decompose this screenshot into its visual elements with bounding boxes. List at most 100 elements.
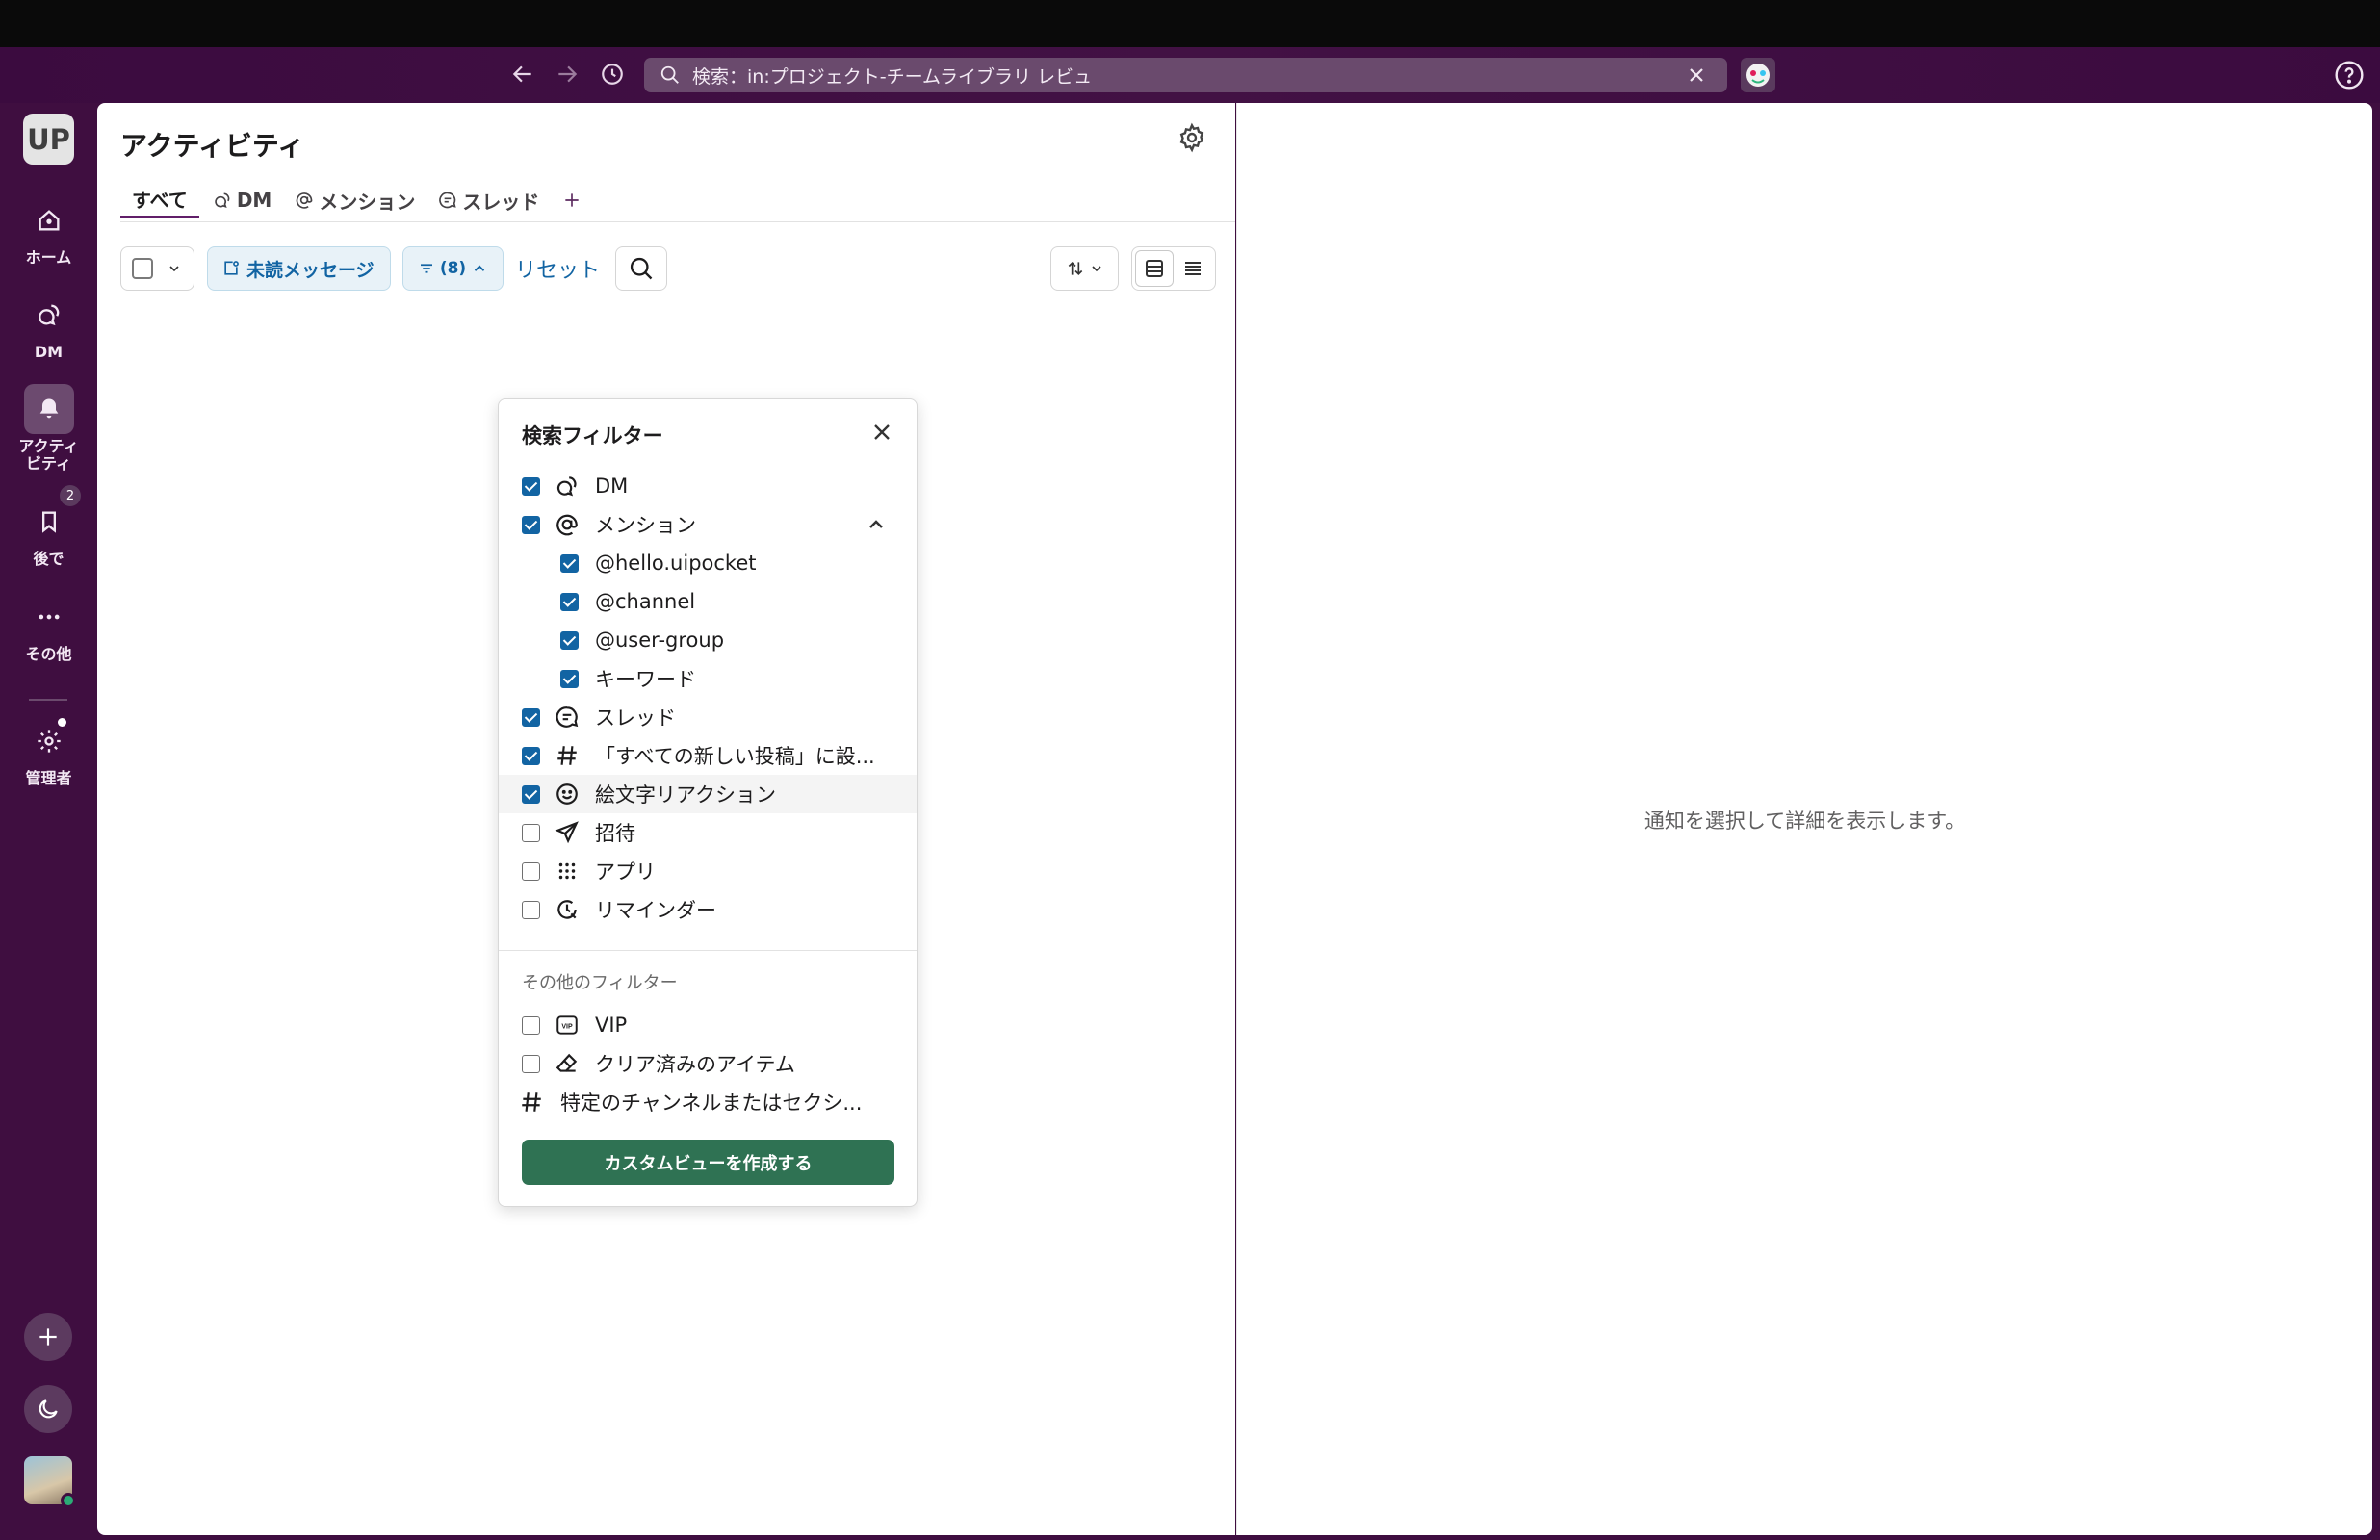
filter-subitem[interactable]: @channel	[499, 582, 917, 621]
filter-item-channel[interactable]: 特定のチャンネルまたはセクシ...	[499, 1083, 917, 1121]
tab-dm[interactable]: DM	[213, 182, 272, 218]
filter-checkbox[interactable]	[560, 553, 579, 573]
filter-checkbox[interactable]	[522, 861, 540, 881]
assistant-icon	[1746, 64, 1770, 87]
activity-tabs: すべて DM メンション スレッド	[120, 182, 609, 218]
filter-subitem[interactable]: キーワード	[499, 659, 917, 698]
sidebar-item-admin[interactable]: 管理者	[0, 716, 97, 787]
tab-mentions[interactable]: メンション	[295, 182, 415, 218]
hash-icon	[554, 742, 581, 769]
filter-checkbox[interactable]	[560, 592, 579, 611]
filter-item-invites[interactable]: 招待	[499, 813, 917, 852]
help-button[interactable]	[2334, 60, 2365, 90]
filter-checkbox[interactable]	[522, 707, 540, 727]
filter-checkbox[interactable]	[522, 823, 540, 842]
card-view-icon	[1146, 260, 1163, 277]
activity-search-button[interactable]	[615, 246, 667, 291]
filter-checkbox[interactable]	[522, 515, 540, 534]
list-view-button[interactable]	[1174, 250, 1212, 287]
sidebar-item-label: ホーム	[25, 248, 72, 267]
other-filters-heading: その他のフィルター	[522, 973, 678, 993]
select-all-checkbox[interactable]	[132, 258, 153, 279]
sort-button[interactable]	[1050, 246, 1119, 291]
status-indicator	[61, 1493, 76, 1508]
notification-dot	[58, 718, 66, 727]
gear-icon	[1179, 122, 1204, 153]
filter-checkbox[interactable]	[522, 476, 540, 496]
tab-all[interactable]: すべて	[120, 182, 199, 218]
create-button[interactable]	[24, 1313, 72, 1361]
unread-label: 未読メッセージ	[246, 259, 375, 281]
sidebar-divider	[29, 699, 67, 701]
card-view-button[interactable]	[1135, 250, 1174, 287]
activity-toolbar: 未読メッセージ (8) リセット	[120, 246, 1218, 291]
moon-icon	[39, 1399, 58, 1419]
filter-item-vip[interactable]: VIP VIP	[499, 1006, 917, 1044]
activity-settings-button[interactable]	[1177, 122, 1207, 153]
back-button[interactable]	[505, 60, 540, 89]
apps-grid-icon	[554, 858, 581, 885]
arrow-left-icon	[512, 65, 531, 83]
unread-icon	[224, 261, 239, 275]
search-bar[interactable]: 検索：in:プロジェクト-チームライブラリ レビュ	[644, 58, 1727, 92]
add-tab-button[interactable]	[562, 182, 586, 218]
filter-item-cleared[interactable]: クリア済みのアイテム	[499, 1044, 917, 1083]
filter-count: (8)	[439, 259, 467, 278]
sidebar-item-more[interactable]: その他	[0, 592, 97, 663]
home-icon	[24, 195, 74, 245]
history-button[interactable]	[595, 60, 630, 89]
filter-label: VIP	[595, 1014, 628, 1037]
filter-checkbox[interactable]	[560, 669, 579, 688]
filter-checkbox[interactable]	[522, 1015, 540, 1035]
sidebar-item-home[interactable]: ホーム	[0, 195, 97, 267]
tab-threads[interactable]: スレッド	[438, 182, 539, 218]
dm-icon	[554, 473, 581, 500]
filter-item-all-new-posts[interactable]: 「すべての新しい投稿」に設...	[499, 736, 917, 775]
at-icon	[297, 192, 313, 209]
filter-item-mentions[interactable]: メンション	[499, 505, 917, 544]
filter-label: 招待	[595, 822, 635, 845]
sidebar-item-label: 後で	[33, 550, 65, 568]
dm-icon	[215, 192, 230, 208]
filter-checkbox[interactable]	[522, 784, 540, 804]
chevron-up-icon[interactable]	[865, 513, 888, 536]
sidebar-item-later[interactable]: 2 後で	[0, 485, 97, 568]
filter-item-threads[interactable]: スレッド	[499, 698, 917, 736]
filter-checkbox[interactable]	[522, 900, 540, 919]
reset-link[interactable]: リセット	[515, 246, 600, 291]
filter-item-apps[interactable]: アプリ	[499, 852, 917, 890]
filter-subitem[interactable]: @hello.uipocket	[499, 544, 917, 582]
smile-icon	[554, 781, 581, 808]
filter-label: スレッド	[595, 706, 676, 730]
close-icon[interactable]	[1685, 64, 1708, 87]
filter-subitem[interactable]: @user-group	[499, 621, 917, 659]
forward-button[interactable]	[550, 60, 584, 89]
close-icon[interactable]	[868, 419, 895, 446]
filter-button[interactable]: (8)	[402, 246, 504, 291]
filter-item-dm[interactable]: DM	[499, 467, 917, 505]
filter-label: @user-group	[595, 629, 725, 652]
chevron-down-icon	[169, 266, 179, 272]
filter-checkbox[interactable]	[522, 1054, 540, 1073]
user-avatar[interactable]	[24, 1456, 76, 1508]
workspace-avatar[interactable]: UP	[23, 114, 74, 165]
theme-toggle[interactable]	[24, 1385, 72, 1433]
filter-checkbox[interactable]	[522, 746, 540, 765]
create-custom-view-button[interactable]: カスタムビューを作成する	[522, 1140, 894, 1185]
unread-filter-button[interactable]: 未読メッセージ	[207, 246, 391, 291]
clock-icon	[602, 64, 623, 85]
sidebar-item-activity[interactable]: アクティビティ	[0, 384, 97, 473]
sidebar-item-label: DM	[34, 343, 64, 361]
view-toggle	[1131, 246, 1216, 291]
filter-checkbox[interactable]	[560, 630, 579, 650]
popup-title: 検索フィルター	[522, 424, 663, 448]
tab-label: スレッド	[462, 190, 540, 214]
sidebar-item-label: 管理者	[25, 769, 72, 787]
dm-icon	[24, 290, 74, 340]
filter-label: 「すべての新しい投稿」に設...	[595, 745, 875, 768]
select-all-dropdown[interactable]	[120, 246, 194, 291]
assistant-avatar[interactable]	[1741, 58, 1775, 92]
filter-item-emoji-reactions[interactable]: 絵文字リアクション	[499, 775, 917, 813]
filter-item-reminders[interactable]: リマインダー	[499, 890, 917, 929]
sidebar-item-dm[interactable]: DM	[0, 290, 97, 361]
